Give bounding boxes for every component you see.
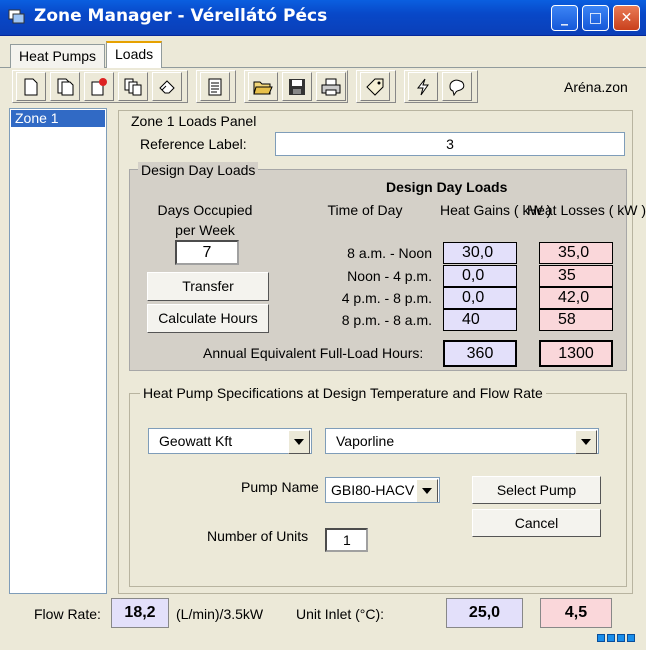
maximize-icon: □ bbox=[588, 10, 603, 26]
series-select[interactable]: Vaporline bbox=[325, 428, 599, 454]
close-button[interactable]: ✕ bbox=[613, 5, 640, 31]
report-icon bbox=[208, 78, 222, 96]
time-of-day-label: 8 a.m. - Noon bbox=[347, 245, 432, 261]
chevron-down-icon[interactable] bbox=[575, 430, 597, 454]
design-day-group-label: Design Day Loads bbox=[138, 162, 259, 178]
cancel-button[interactable]: Cancel bbox=[472, 509, 601, 537]
tag-button[interactable] bbox=[360, 72, 390, 101]
column-header-heat-losses: Heat Losses ( kW ) bbox=[527, 202, 646, 218]
open-button[interactable] bbox=[248, 72, 278, 101]
column-header-heat-gains: Heat Gains ( kW ) bbox=[440, 202, 552, 218]
tag-icon bbox=[366, 78, 384, 96]
annual-heating-hours: 360 bbox=[443, 340, 517, 367]
status-indicator bbox=[627, 634, 635, 642]
pump-name-value: GBI80-HACV bbox=[331, 482, 415, 498]
lightning-button[interactable] bbox=[408, 72, 438, 101]
save-icon bbox=[289, 79, 305, 95]
open-folder-icon bbox=[253, 81, 273, 95]
print-icon bbox=[321, 78, 341, 96]
days-occupied-input[interactable]: 7 bbox=[175, 240, 239, 265]
tab-loads[interactable]: Loads bbox=[106, 41, 163, 68]
save-button[interactable] bbox=[282, 72, 312, 101]
file-name: Aréna.zon bbox=[564, 79, 628, 95]
days-occupied-label: Days Occupied per Week bbox=[157, 202, 253, 238]
reference-input[interactable]: 3 bbox=[275, 132, 625, 156]
chevron-down-icon[interactable] bbox=[416, 479, 438, 502]
eraser-icon bbox=[159, 80, 175, 94]
heat-gain-input[interactable]: 0,0 bbox=[443, 265, 517, 287]
heat-loss-input[interactable]: 58 bbox=[539, 309, 613, 331]
manufacturer-select[interactable]: Geowatt Kft bbox=[148, 428, 312, 454]
tab-heat-pumps[interactable]: Heat Pumps bbox=[10, 44, 106, 68]
app-icon bbox=[8, 9, 26, 25]
column-header-time: Time of Day bbox=[327, 202, 403, 218]
heat-gain-input[interactable]: 30,0 bbox=[443, 242, 517, 264]
annual-hours-label: Annual Equivalent Full-Load Hours: bbox=[203, 345, 424, 361]
copy-button[interactable] bbox=[50, 72, 80, 101]
time-of-day-label: 8 p.m. - 8 a.m. bbox=[341, 312, 432, 328]
calculate-hours-button[interactable]: Calculate Hours bbox=[147, 304, 269, 333]
close-icon: ✕ bbox=[620, 10, 633, 26]
delete-button[interactable] bbox=[84, 72, 114, 101]
maximize-button[interactable]: □ bbox=[582, 5, 609, 31]
pump-name-select[interactable]: GBI80-HACV bbox=[325, 477, 440, 503]
pump-name-label: Pump Name bbox=[241, 479, 319, 495]
duplicate-icon bbox=[124, 78, 142, 96]
duplicate-button[interactable] bbox=[118, 72, 148, 101]
brain-icon bbox=[449, 79, 465, 97]
design-day-table-title: Design Day Loads bbox=[386, 179, 508, 195]
status-indicator bbox=[597, 634, 605, 642]
unit-inlet-label: Unit Inlet (°C): bbox=[296, 606, 385, 622]
report-button[interactable] bbox=[200, 72, 230, 101]
number-of-units-label: Number of Units bbox=[207, 528, 309, 544]
annual-cooling-hours: 1300 bbox=[539, 340, 613, 367]
eraser-button[interactable] bbox=[152, 72, 182, 101]
time-of-day-label: 4 p.m. - 8 p.m. bbox=[341, 290, 432, 306]
window-title: Zone Manager - Vérellátó Pécs bbox=[34, 6, 328, 26]
new-icon bbox=[24, 78, 38, 96]
heat-loss-input[interactable]: 35 bbox=[539, 265, 613, 287]
series-value: Vaporline bbox=[336, 433, 395, 449]
new-button[interactable] bbox=[16, 72, 46, 101]
heat-loss-input[interactable]: 35,0 bbox=[539, 242, 613, 264]
heat-gain-input[interactable]: 40 bbox=[443, 309, 517, 331]
heat-loss-input[interactable]: 42,0 bbox=[539, 287, 613, 309]
manufacturer-value: Geowatt Kft bbox=[159, 433, 233, 449]
number-of-units-input[interactable]: 1 bbox=[325, 528, 368, 552]
panel-title: Zone 1 Loads Panel bbox=[128, 113, 260, 129]
flow-rate-label: Flow Rate: bbox=[34, 606, 101, 622]
zone-list[interactable] bbox=[9, 108, 107, 594]
flow-rate-unit: (L/min)/3.5kW bbox=[176, 606, 264, 622]
lightning-icon bbox=[416, 78, 429, 96]
unit-inlet-cooling-value: 4,5 bbox=[540, 598, 612, 628]
reference-label: Reference Label: bbox=[140, 136, 247, 152]
heat-pump-group-label: Heat Pump Specifications at Design Tempe… bbox=[140, 385, 546, 401]
list-item[interactable]: Zone 1 bbox=[11, 110, 105, 127]
heat-gain-input[interactable]: 0,0 bbox=[443, 287, 517, 309]
status-indicator bbox=[607, 634, 615, 642]
status-indicator bbox=[617, 634, 625, 642]
transfer-button[interactable]: Transfer bbox=[147, 272, 269, 301]
unit-inlet-heating-value: 25,0 bbox=[446, 598, 523, 628]
delete-icon bbox=[91, 78, 107, 96]
time-of-day-label: Noon - 4 p.m. bbox=[347, 268, 432, 284]
minimize-button[interactable]: _ bbox=[551, 5, 578, 31]
select-pump-button[interactable]: Select Pump bbox=[472, 476, 601, 504]
brain-button[interactable] bbox=[442, 72, 472, 101]
flow-rate-value: 18,2 bbox=[111, 598, 169, 628]
chevron-down-icon[interactable] bbox=[288, 430, 310, 454]
minimize-icon: _ bbox=[561, 10, 568, 26]
print-button[interactable] bbox=[316, 72, 346, 101]
copy-icon bbox=[57, 78, 74, 96]
